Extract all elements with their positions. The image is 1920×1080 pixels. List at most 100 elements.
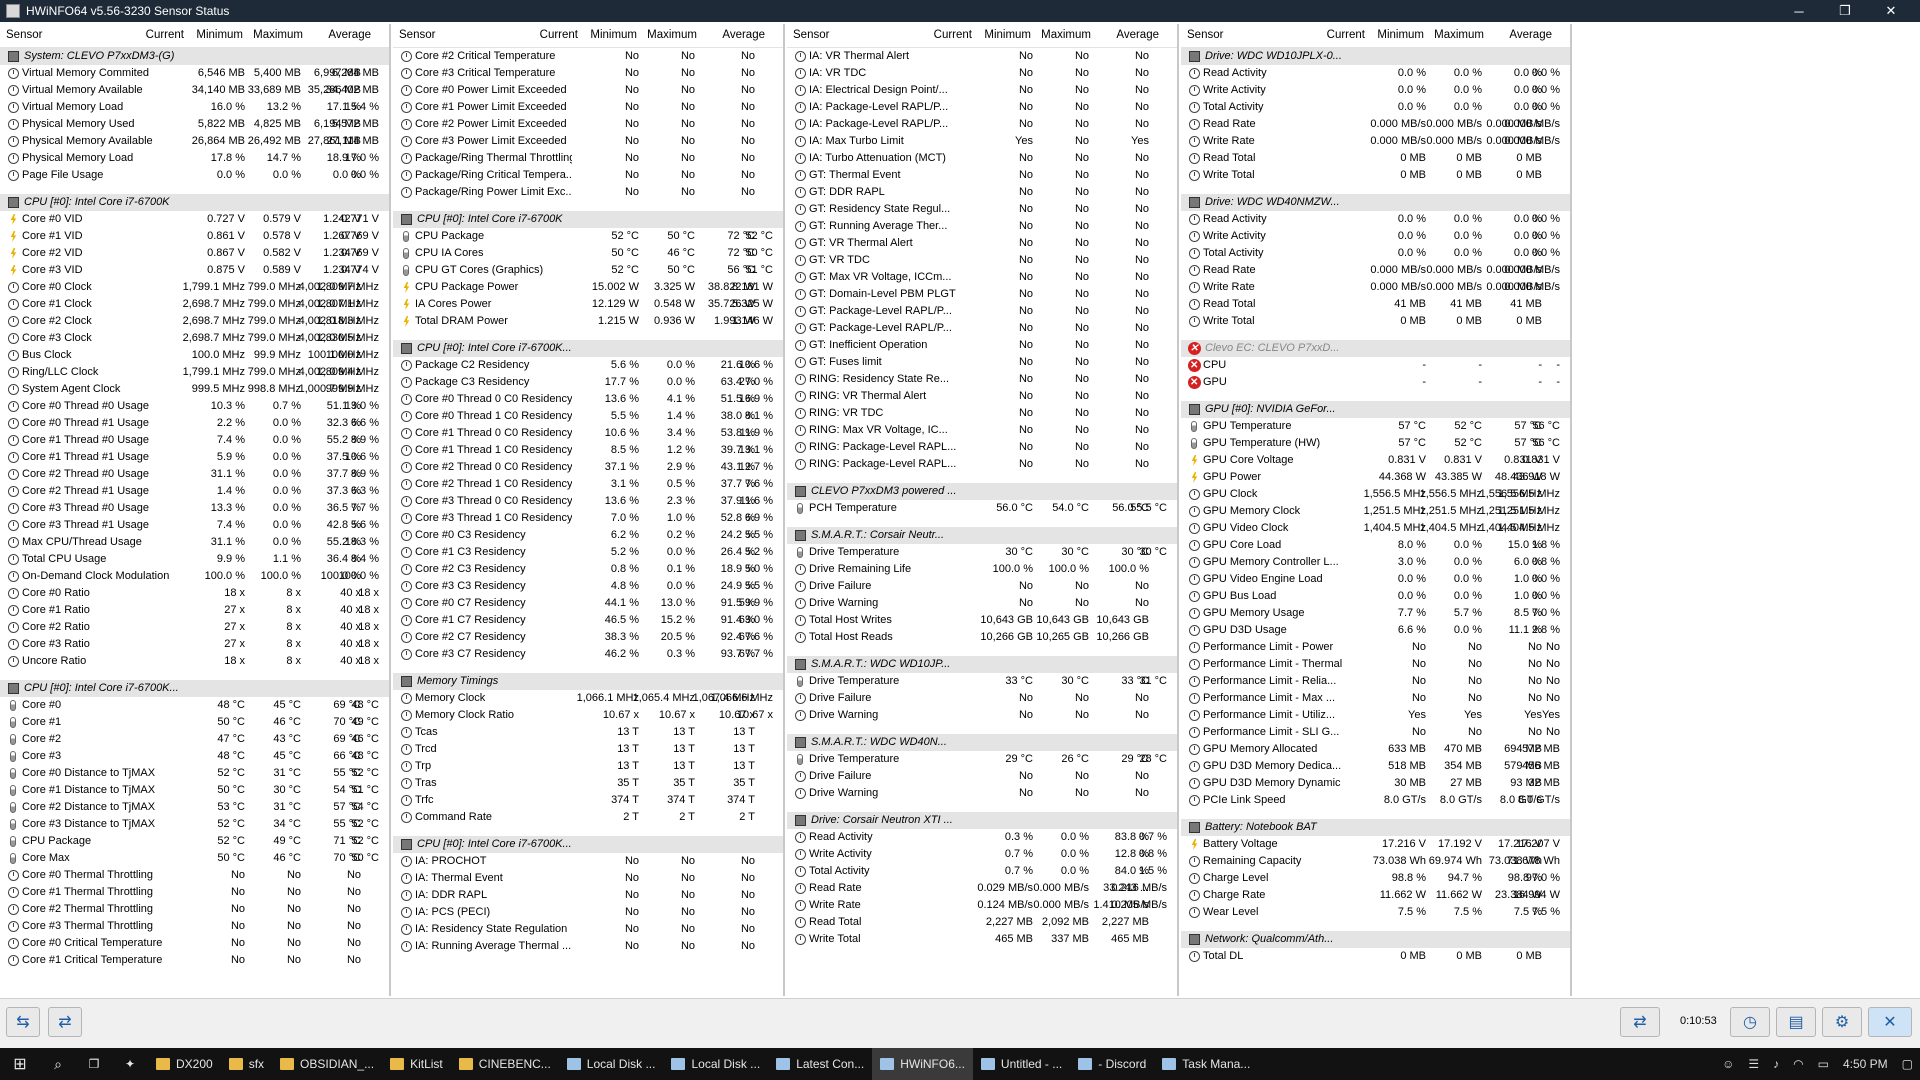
sensor-row[interactable]: Core #3 Thread 0 C0 Residency 13.6 % 2.3 %… <box>393 493 783 510</box>
sensor-row[interactable]: Core #1 Clock 2,698.7 MHz 799.0 MHz 4,002.0… <box>0 296 389 313</box>
sensor-row[interactable]: Core #2 Clock 2,698.7 MHz 799.0 MHz 4,002.0… <box>0 313 389 330</box>
sensor-row[interactable]: GT: Inefficient Operation No No No <box>787 337 1177 354</box>
taskbar-item[interactable]: OBSIDIAN_... <box>272 1048 382 1080</box>
sensor-row[interactable]: Wear Level 7.5 % 7.5 % 7.5 % 7.5 % <box>1181 904 1570 921</box>
sensor-row[interactable]: Write Rate 0.000 MB/s 0.000 MB/s 0.000 MB/s… <box>1181 279 1570 296</box>
minimize-button[interactable]: ─ <box>1776 0 1822 22</box>
sensor-row[interactable]: IA: PROCHOT No No No <box>393 853 783 870</box>
sensor-row[interactable]: PCH Temperature 56.0 °C 54.0 °C 56.0 °C 55.5… <box>787 500 1177 517</box>
sensor-group-header[interactable]: Memory Timings <box>393 673 783 690</box>
sensor-row[interactable]: Read Activity 0.3 % 0.0 % 83.8 % 0.7 % <box>787 829 1177 846</box>
sensor-row[interactable]: Package/Ring Power Limit Exc... No No No <box>393 184 783 201</box>
sensor-row[interactable]: Drive Failure No No No <box>787 578 1177 595</box>
sensor-row[interactable]: GPU Temperature (HW) 57 °C 52 °C 57 °C 56 °C <box>1181 435 1570 452</box>
column-header-minimum[interactable]: Minimum <box>590 29 637 41</box>
sensor-row[interactable]: Command Rate 2 T 2 T 2 T <box>393 809 783 826</box>
sensor-row[interactable]: Core #1 Power Limit Exceeded No No No <box>393 99 783 116</box>
sensor-row[interactable]: Core #3 Thread 1 C0 Residency 7.0 % 1.0 % 5… <box>393 510 783 527</box>
sensor-row[interactable]: Package C3 Residency 17.7 % 0.0 % 63.4 % 27.… <box>393 374 783 391</box>
sensor-row[interactable]: GT: Fuses limit No No No <box>787 354 1177 371</box>
taskbar-item[interactable]: Local Disk ... <box>559 1048 664 1080</box>
sensor-group-header[interactable]: CLEVO P7xxDM3 powered ... <box>787 483 1177 500</box>
sensor-row[interactable]: Read Rate 0.029 MB/s 0.000 MB/s 33.243 ... 0… <box>787 880 1177 897</box>
sensor-row[interactable]: On-Demand Clock Modulation 100.0 % 100.0 %… <box>0 568 389 585</box>
sensor-row[interactable]: GPU Memory Allocated 633 MB 470 MB 694 MB 57… <box>1181 741 1570 758</box>
sensor-row[interactable]: GT: VR Thermal Alert No No No <box>787 235 1177 252</box>
sensor-row[interactable]: Core #0 Thread 0 C0 Residency 13.6 % 4.1 %… <box>393 391 783 408</box>
sensor-row[interactable]: GPU Memory Controller L... 3.0 % 0.0 % 6.0 … <box>1181 554 1570 571</box>
sensor-row[interactable]: Write Total 0 MB 0 MB 0 MB <box>1181 313 1570 330</box>
sensor-row[interactable]: Trcd 13 T 13 T 13 T <box>393 741 783 758</box>
sensor-group-header[interactable]: Battery: Notebook BAT <box>1181 819 1570 836</box>
sensor-row[interactable]: Performance Limit - Relia... No No No No <box>1181 673 1570 690</box>
sensor-row[interactable]: GT: Running Average Ther... No No No <box>787 218 1177 235</box>
sensor-row[interactable]: Core #3 VID 0.875 V 0.589 V 1.234 V 0.774 V <box>0 262 389 279</box>
sensor-row[interactable]: IA: Package-Level RAPL/P... No No No <box>787 99 1177 116</box>
sensor-row[interactable]: IA: Electrical Design Point/... No No No <box>787 82 1177 99</box>
sensor-row[interactable]: Read Activity 0.0 % 0.0 % 0.0 % 0.0 % <box>1181 211 1570 228</box>
taskbar-item[interactable]: sfx <box>221 1048 272 1080</box>
column-header-average[interactable]: Average <box>328 29 371 41</box>
sensor-row[interactable]: Core #2 VID 0.867 V 0.582 V 1.234 V 0.769 V <box>0 245 389 262</box>
taskbar-item[interactable]: Task Mana... <box>1154 1048 1258 1080</box>
column-header[interactable]: Sensor Current Minimum Maximum Average <box>1181 24 1570 48</box>
sensor-row[interactable]: GPU Power 44.368 W 43.385 W 48.436 W 43.918 … <box>1181 469 1570 486</box>
sensor-row[interactable]: Physical Memory Load 17.8 % 14.7 % 18.9 % 17… <box>0 150 389 167</box>
column-header-sensor[interactable]: Sensor <box>793 29 829 41</box>
sensor-row[interactable]: Drive Temperature 29 °C 26 °C 29 °C 28 °C <box>787 751 1177 768</box>
sensor-row[interactable]: Core #2 C7 Residency 38.3 % 20.5 % 92.4 % 67… <box>393 629 783 646</box>
sensor-row[interactable]: Charge Rate 11.662 W 11.662 W 23.384 W 16.99… <box>1181 887 1570 904</box>
sensor-row[interactable]: Core #1 VID 0.861 V 0.578 V 1.267 V 0.769 V <box>0 228 389 245</box>
sensor-group-header[interactable]: System: CLEVO P7xxDM3-(G) <box>0 48 389 65</box>
add-report-icon[interactable]: ▤ <box>1776 1007 1816 1037</box>
sensor-row[interactable]: IA: Package-Level RAPL/P... No No No <box>787 116 1177 133</box>
sensor-row[interactable]: Core #0 Ratio 18 x8 x 40 x 18 x <box>0 585 389 602</box>
sensor-group-header[interactable]: CPU [#0]: Intel Core i7-6700K <box>0 194 389 211</box>
sensor-row[interactable]: Core #2 Distance to TjMAX 53 °C 31 °C 57 °C… <box>0 799 389 816</box>
sensor-row[interactable]: Core #2 C3 Residency 0.8 % 0.1 % 18.9 % 5.0 … <box>393 561 783 578</box>
sensor-row[interactable]: Core #3 C7 Residency 46.2 % 0.3 % 93.7 % 67.… <box>393 646 783 663</box>
windows-start-icon[interactable]: ⊞ <box>0 1048 40 1080</box>
column-header-maximum[interactable]: Maximum <box>253 29 303 41</box>
sensor-row[interactable]: Battery Voltage 17.216 V 17.192 V 17.216 V1… <box>1181 836 1570 853</box>
sensor-row[interactable]: Total DRAM Power 1.215 W 0.936 W 1.993 W 1.1… <box>393 313 783 330</box>
sensor-row[interactable]: GPU D3D Usage 6.6 % 0.0 % 11.1 % 2.8 % <box>1181 622 1570 639</box>
sensor-row[interactable]: Trfc 374 T 374 T 374 T <box>393 792 783 809</box>
sensor-row[interactable]: Core #3 Thermal Throttling No No No <box>0 918 389 935</box>
sensor-row[interactable]: Total Activity 0.0 % 0.0 % 0.0 % 0.0 % <box>1181 245 1570 262</box>
sensor-row[interactable]: Core #0 C7 Residency 44.1 % 13.0 % 91.5 % 59… <box>393 595 783 612</box>
sensor-row[interactable]: GT: Package-Level RAPL/P... No No No <box>787 303 1177 320</box>
sensor-group-header[interactable]: CPU [#0]: Intel Core i7-6700K <box>393 211 783 228</box>
sensor-row[interactable]: Core #1 50 °C 46 °C 70 °C 49 °C <box>0 714 389 731</box>
sensor-group-header[interactable]: Clevo EC: CLEVO P7xxD... <box>1181 340 1570 357</box>
column-header-sensor[interactable]: Sensor <box>399 29 435 41</box>
taskbar-item[interactable]: Local Disk ... <box>663 1048 768 1080</box>
column-header-maximum[interactable]: Maximum <box>1041 29 1091 41</box>
column-header-current[interactable]: Current <box>934 29 972 41</box>
sensor-group-header[interactable]: Network: Qualcomm/Ath... <box>1181 931 1570 948</box>
tray-app-icon[interactable]: ☺ <box>1722 1057 1734 1071</box>
sensor-row[interactable]: GT: Domain-Level PBM PLGT No No No <box>787 286 1177 303</box>
sensor-row[interactable]: Core #0 Thread #1 Usage 2.2 % 0.0 % 32.3 % 6… <box>0 415 389 432</box>
sensor-row[interactable]: Read Total 41 MB 41 MB 41 MB <box>1181 296 1570 313</box>
sensor-row[interactable]: Core #1 Ratio 27 x8 x 40 x 18 x <box>0 602 389 619</box>
sensor-row[interactable]: Core #3 Distance to TjMAX 52 °C 34 °C 55 °C… <box>0 816 389 833</box>
sensor-row[interactable]: GT: Thermal Event No No No <box>787 167 1177 184</box>
nav-left-arrows-icon[interactable]: ⇆ <box>6 1007 40 1037</box>
tray-app-icon[interactable]: ☰ <box>1748 1057 1759 1071</box>
sensor-row[interactable]: Core #2 Power Limit Exceeded No No No <box>393 116 783 133</box>
sensor-row[interactable]: Core #1 Thread 1 C0 Residency 8.5 % 1.2 % 3… <box>393 442 783 459</box>
sensor-row[interactable]: Bus Clock 100.0 MHz 99.9 MHz 100.1 MHz 100.0… <box>0 347 389 364</box>
sensor-row[interactable]: Virtual Memory Available 34,140 MB 33,689 … <box>0 82 389 99</box>
sensor-row[interactable]: Core #2 Thermal Throttling No No No <box>0 901 389 918</box>
sensor-row[interactable]: GPU Video Clock 1,404.5 MHz 1,404.5 MHz 1,4… <box>1181 520 1570 537</box>
sensor-row[interactable]: Tras 35 T 35 T 35 T <box>393 775 783 792</box>
pinned-app-icon[interactable]: ✦ <box>112 1048 148 1080</box>
sensor-row[interactable]: Read Activity 0.0 % 0.0 % 0.0 % 0.0 % <box>1181 65 1570 82</box>
sensor-row[interactable]: Core #3 Thread #1 Usage 7.4 % 0.0 % 42.8 % 5… <box>0 517 389 534</box>
sensor-row[interactable]: Total Activity 0.7 % 0.0 % 84.0 % 1.5 % <box>787 863 1177 880</box>
close-sensors-icon[interactable]: ✕ <box>1868 1007 1912 1037</box>
sensor-row[interactable]: PCIe Link Speed 8.0 GT/s 8.0 GT/s 8.0 GT/s 8… <box>1181 792 1570 809</box>
sensor-row[interactable]: Core #0 Thermal Throttling No No No <box>0 867 389 884</box>
task-view-icon[interactable]: ❐ <box>76 1048 112 1080</box>
